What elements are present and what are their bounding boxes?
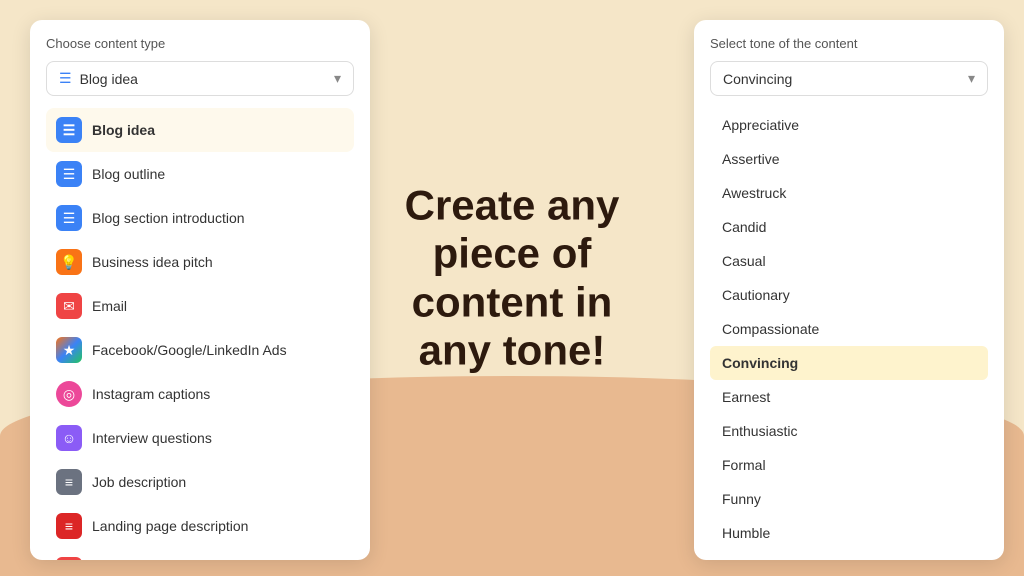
hero-line2: piece of [433, 230, 592, 277]
content-list-item[interactable]: ☰ Blog section introduction [46, 196, 354, 240]
content-type-dropdown[interactable]: ☰ Blog idea ▾ [46, 61, 354, 96]
tone-list-item[interactable]: Candid [710, 210, 988, 244]
tone-list: AppreciativeAssertiveAwestruckCandidCasu… [710, 108, 988, 560]
content-item-icon: ☺ [56, 425, 82, 451]
content-item-icon: ≡ [56, 469, 82, 495]
content-item-label: Blog outline [92, 166, 165, 182]
tone-list-item[interactable]: Casual [710, 244, 988, 278]
hero-text: Create any piece of content in any tone! [362, 182, 662, 375]
tone-dropdown-value: Convincing [723, 71, 792, 87]
content-list-item[interactable]: ☰ Blog idea [46, 108, 354, 152]
content-list-item[interactable]: ≡ Product description [46, 548, 354, 560]
tone-list-item[interactable]: Compassionate [710, 312, 988, 346]
content-item-icon: ≡ [56, 513, 82, 539]
content-item-label: Interview questions [92, 430, 212, 446]
tone-list-item[interactable]: Earnest [710, 380, 988, 414]
tone-list-item[interactable]: Humorous [710, 550, 988, 560]
content-list-item[interactable]: ★ Facebook/Google/LinkedIn Ads [46, 328, 354, 372]
content-item-label: Email [92, 298, 127, 314]
content-type-list: ☰ Blog idea ☰ Blog outline ☰ Blog sectio… [46, 108, 354, 560]
content-type-panel: Choose content type ☰ Blog idea ▾ ☰ Blog… [30, 20, 370, 560]
content-list-item[interactable]: ◎ Instagram captions [46, 372, 354, 416]
tone-dropdown[interactable]: Convincing ▾ [710, 61, 988, 96]
content-item-label: Job description [92, 474, 186, 490]
content-item-label: Instagram captions [92, 386, 210, 402]
hero-line1: Create any [405, 182, 620, 229]
content-item-label: Blog idea [92, 122, 155, 138]
dropdown-icon: ☰ [59, 70, 72, 87]
content-item-icon: ◎ [56, 381, 82, 407]
chevron-down-icon: ▾ [334, 70, 341, 87]
content-list-item[interactable]: ✉ Email [46, 284, 354, 328]
content-item-icon: ☰ [56, 161, 82, 187]
tone-panel: Select tone of the content Convincing ▾ … [694, 20, 1004, 560]
content-item-icon: 💡 [56, 249, 82, 275]
content-item-label: Blog section introduction [92, 210, 245, 226]
tone-list-item[interactable]: Assertive [710, 142, 988, 176]
tone-list-item[interactable]: Funny [710, 482, 988, 516]
content-item-icon: ✉ [56, 293, 82, 319]
content-item-label: Business idea pitch [92, 254, 213, 270]
hero-line3: content in [412, 278, 613, 325]
left-panel-title: Choose content type [46, 36, 354, 51]
content-list-item[interactable]: ☺ Interview questions [46, 416, 354, 460]
tone-list-item[interactable]: Appreciative [710, 108, 988, 142]
content-item-icon: ≡ [56, 557, 82, 560]
content-item-label: Facebook/Google/LinkedIn Ads [92, 342, 287, 358]
content-list-item[interactable]: 💡 Business idea pitch [46, 240, 354, 284]
hero-line4: any tone! [419, 327, 606, 374]
dropdown-selected-value: Blog idea [80, 71, 138, 87]
tone-chevron-icon: ▾ [968, 70, 975, 87]
content-item-icon: ★ [56, 337, 82, 363]
content-item-icon: ☰ [56, 205, 82, 231]
tone-list-item[interactable]: Humble [710, 516, 988, 550]
content-item-icon: ☰ [56, 117, 82, 143]
tone-list-item[interactable]: Cautionary [710, 278, 988, 312]
content-list-item[interactable]: ≡ Landing page description [46, 504, 354, 548]
content-item-label: Landing page description [92, 518, 248, 534]
tone-list-item[interactable]: Convincing [710, 346, 988, 380]
content-list-item[interactable]: ☰ Blog outline [46, 152, 354, 196]
tone-list-item[interactable]: Formal [710, 448, 988, 482]
content-list-item[interactable]: ≡ Job description [46, 460, 354, 504]
tone-list-item[interactable]: Enthusiastic [710, 414, 988, 448]
tone-list-item[interactable]: Awestruck [710, 176, 988, 210]
right-panel-title: Select tone of the content [710, 36, 988, 51]
